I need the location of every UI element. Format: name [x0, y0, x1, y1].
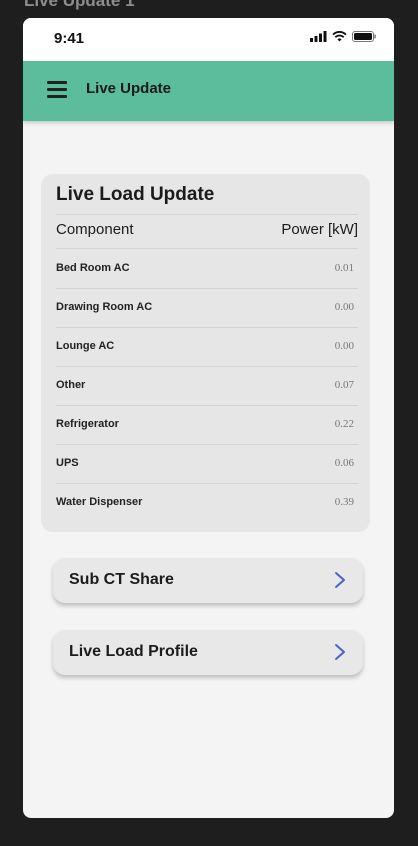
table-row: Drawing Room AC 0.00 [56, 289, 358, 328]
signal-icon [310, 31, 327, 42]
title-divider [56, 214, 358, 215]
chevron-right-icon [335, 572, 345, 588]
row-component: Other [56, 379, 86, 391]
table-row: Lounge AC 0.00 [56, 328, 358, 367]
chevron-right-icon [335, 644, 345, 660]
row-power: 0.22 [334, 418, 354, 430]
column-header-power: Power [kW] [281, 221, 358, 238]
hamburger-menu-icon[interactable] [47, 81, 69, 99]
page-title: Live Update [86, 80, 172, 97]
table-row: Water Dispenser 0.39 [56, 484, 358, 523]
app-bar: Live Update [23, 61, 394, 121]
row-power: 0.00 [334, 301, 354, 313]
live-load-card: Live Load Update Component Power [kW] Be… [41, 174, 370, 532]
column-header-component: Component [56, 221, 134, 238]
wifi-icon [332, 31, 347, 42]
header-divider [56, 248, 358, 249]
status-icons [310, 31, 376, 42]
row-component: Bed Room AC [56, 262, 130, 274]
table-row: Bed Room AC 0.01 [56, 250, 358, 289]
row-power: 0.00 [334, 340, 354, 352]
table-row: UPS 0.06 [56, 445, 358, 484]
sub-ct-share-label: Sub CT Share [69, 571, 174, 588]
table-row: Refrigerator 0.22 [56, 406, 358, 445]
frame-label: Live Update 1 [24, 0, 135, 10]
row-component: UPS [56, 457, 79, 469]
table-row: Other 0.07 [56, 367, 358, 406]
row-power: 0.07 [334, 379, 354, 391]
row-component: Refrigerator [56, 418, 119, 430]
live-load-profile-button[interactable]: Live Load Profile [53, 630, 363, 675]
battery-icon [352, 31, 376, 42]
row-component: Lounge AC [56, 340, 115, 352]
row-power: 0.01 [334, 262, 354, 274]
status-time: 9:41 [54, 30, 85, 47]
row-power: 0.06 [334, 457, 354, 469]
row-power: 0.39 [334, 496, 354, 508]
row-component: Drawing Room AC [56, 301, 153, 313]
card-title: Live Load Update [56, 184, 215, 205]
status-bar: 9:41 [23, 18, 394, 61]
row-component: Water Dispenser [56, 496, 143, 508]
live-load-profile-label: Live Load Profile [69, 643, 198, 660]
phone-screen: 9:41 Live Update Live Load Update Compon… [23, 18, 394, 818]
sub-ct-share-button[interactable]: Sub CT Share [53, 558, 363, 603]
